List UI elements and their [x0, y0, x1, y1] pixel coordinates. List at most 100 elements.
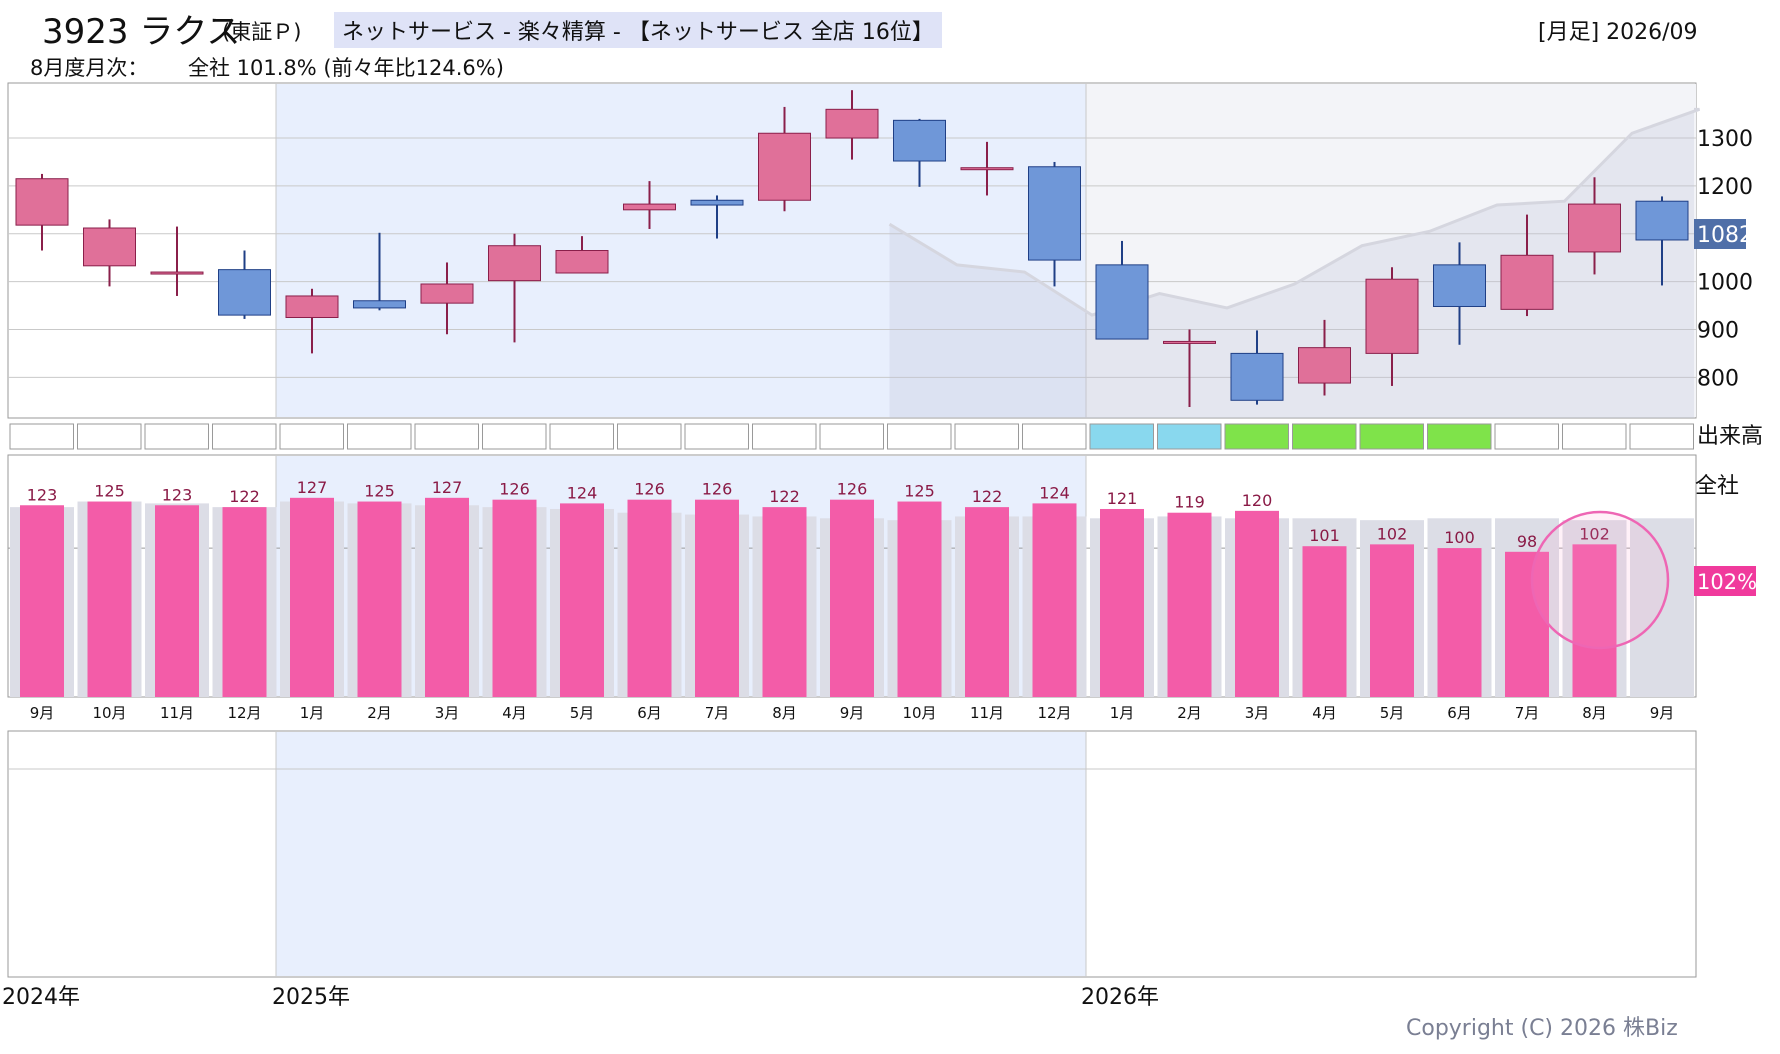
candle-body: [1163, 340, 1216, 344]
month-tick-label: 10月: [92, 704, 126, 722]
latest-month-highlight-circle: [1530, 510, 1670, 650]
month-tick-label: 6月: [637, 704, 662, 722]
sales-value-label: 123: [162, 485, 193, 504]
month-tick-label: 9月: [30, 704, 55, 722]
volume-cell: [819, 423, 884, 450]
sales-bar: [1437, 548, 1482, 697]
volume-cell: [77, 423, 142, 450]
sales-value-label: 126: [702, 480, 733, 499]
sales-value-label: 126: [634, 480, 665, 499]
volume-cell: [752, 423, 817, 450]
sales-bar: [762, 507, 807, 697]
year-label: 2026年: [1081, 985, 1159, 1010]
candle-body: [1028, 166, 1081, 261]
sales-label: 全社: [1695, 474, 1739, 499]
sales-value-label: 122: [769, 487, 800, 506]
sales-value-label: 119: [1174, 493, 1205, 512]
candle-body: [1635, 200, 1689, 241]
month-tick-label: 2月: [1177, 704, 1202, 722]
sales-value-label: 122: [972, 487, 1003, 506]
sales-bar: [830, 499, 874, 697]
month-tick-label: 12月: [1037, 704, 1071, 722]
sales-bar: [155, 505, 199, 697]
month-tick-label: 10月: [902, 704, 936, 722]
volume-cell: [1427, 423, 1492, 450]
month-tick-label: 3月: [435, 704, 460, 722]
candle-body: [15, 178, 69, 226]
volume-cell: [1022, 423, 1087, 450]
volume-cell: [617, 423, 682, 450]
month-tick-label: 1月: [300, 704, 325, 722]
month-tick-label: 11月: [160, 704, 194, 722]
sales-value-label: 100: [1444, 528, 1475, 547]
percent-badge-label: 102%: [1697, 570, 1757, 594]
sales-bar: [1100, 508, 1144, 697]
sales-value-label: 121: [1107, 489, 1138, 508]
month-tick-label: 2月: [367, 704, 392, 722]
month-tick-label: 9月: [1650, 704, 1675, 722]
copyright: Copyright (C) 2026 株Biz: [1406, 1016, 1678, 1041]
volume-cell: [1089, 423, 1154, 450]
candle-body: [1500, 254, 1554, 310]
volume-cell: [279, 423, 344, 450]
volume-cell: [1292, 423, 1357, 450]
volume-cell: [1224, 423, 1289, 450]
year-label: 2025年: [272, 985, 350, 1010]
month-tick-label: 7月: [705, 704, 730, 722]
sales-bar: [20, 505, 64, 697]
sales-value-label: 125: [364, 482, 395, 501]
sales-value-label: 126: [837, 480, 868, 499]
sales-bar: [1032, 503, 1077, 697]
volume-cell: [954, 423, 1019, 450]
sales-value-label: 123: [27, 485, 58, 504]
sales-bar: [1235, 510, 1279, 697]
volume-cell: [1494, 423, 1559, 450]
sales-value-label: 124: [1039, 483, 1070, 502]
price-tick-label: 1000: [1697, 271, 1753, 296]
sales-bar: [627, 499, 672, 697]
volume-cell: [9, 423, 74, 450]
sales-value-label: 126: [499, 480, 530, 499]
sales-value-label: 127: [432, 478, 463, 497]
month-tick-label: 8月: [1582, 704, 1607, 722]
month-tick-label: 1月: [1110, 704, 1135, 722]
candle-body: [1298, 347, 1351, 384]
candle-body: [1095, 264, 1149, 340]
sales-bar: [425, 497, 469, 697]
volume-cell: [414, 423, 479, 450]
price-tick-label: 900: [1697, 318, 1739, 343]
volume-cell: [1157, 423, 1222, 450]
month-tick-label: 5月: [1380, 704, 1405, 722]
sales-bar: [965, 507, 1009, 697]
sales-bar: [1370, 544, 1414, 697]
sales-value-label: 125: [94, 482, 125, 501]
month-tick-label: 7月: [1515, 704, 1540, 722]
volume-cell: [482, 423, 547, 450]
sales-value-label: 102: [1377, 524, 1408, 543]
sales-bar: [222, 507, 267, 697]
volume-cell: [1562, 423, 1627, 450]
month-tick-label: 6月: [1447, 704, 1472, 722]
price-tick-label: 800: [1697, 366, 1739, 391]
candle-body: [1230, 352, 1284, 401]
candle-body: [825, 108, 879, 139]
price-badge-label: 1082: [1697, 223, 1753, 248]
sales-value-label: 98: [1517, 532, 1537, 551]
candle-body: [960, 167, 1014, 171]
month-tick-label: 12月: [227, 704, 261, 722]
sales-value-label: 120: [1242, 491, 1273, 510]
candle-body: [758, 132, 811, 201]
stock-chart: 800 900 1000 1200 1300 1082 出来高 123 9月 125 10月 123 1…: [2, 82, 1763, 1010]
sales-value-label: 101: [1309, 526, 1340, 545]
month-tick-label: 3月: [1245, 704, 1270, 722]
sales-bar: [1302, 546, 1347, 697]
price-tick-label: 1200: [1697, 175, 1753, 200]
month-tick-label: 8月: [772, 704, 797, 722]
candle-body: [1568, 203, 1621, 253]
volume-cell: [144, 423, 209, 450]
volume-cell: [212, 423, 277, 450]
sales-value-label: 122: [229, 487, 260, 506]
volume-label: 出来高: [1697, 424, 1763, 449]
month-tick-label: 4月: [1312, 704, 1337, 722]
candle-body: [420, 283, 474, 304]
